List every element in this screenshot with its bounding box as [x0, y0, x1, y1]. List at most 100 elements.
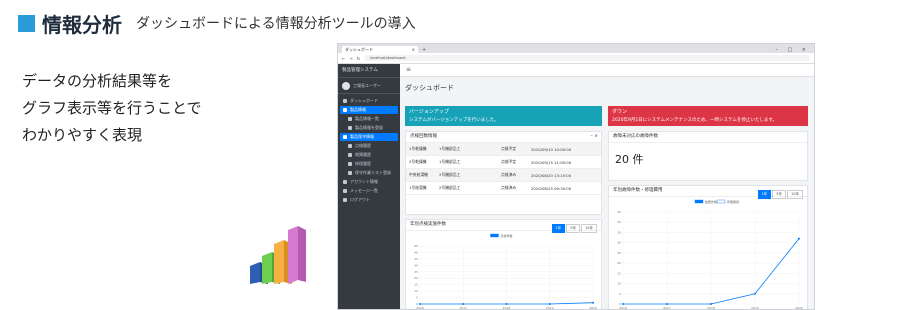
table-row[interactable]: 2号乾燥機 1号機部品工 点検予定 2020/09/15 11:00:00 — [406, 156, 601, 169]
table-cell: 2020/09/15 11:00:00 — [531, 159, 572, 165]
table-row[interactable]: 1号給湯機 2号機部品工 点検済み 2020/08/25 09:30:00 — [406, 182, 601, 195]
table-row[interactable]: 1号乾燥機 1号機部品工 点検予定 2020/09/10 10:00:00 — [406, 143, 601, 156]
y-tick-label: 35 — [617, 230, 621, 234]
legend-swatch — [694, 199, 704, 204]
tool-icon — [348, 162, 352, 166]
user-icon — [343, 180, 347, 184]
y-tick-label: 5 — [619, 292, 621, 296]
sidebar-item[interactable]: 保守作業リスト登録 — [340, 169, 398, 177]
sidebar-item[interactable]: 故障履歴 — [340, 151, 398, 159]
sidebar-item-label: 製品情報一覧 — [355, 116, 379, 121]
table-row[interactable]: 中央給湯機 2号機部品工 点検済み 2020/08/20 13:15:00 — [406, 169, 601, 182]
sidebar-item-label: ダッシュボード — [350, 98, 378, 103]
sidebar: 製品管理システム 工場長ユーザー ダッシュボード製品情報製品情報一覧製品情報を登… — [338, 64, 400, 309]
table-cell: 中央給湯機 — [409, 172, 428, 177]
table-cell: 2020/08/25 09:30:00 — [531, 185, 572, 191]
alert-icon — [348, 153, 352, 157]
table-cell: 2号機部品工 — [439, 185, 461, 190]
right-chart-card: 年別故障件数・修理費用 1年 5年 10年 故障件数 修理費用 0 5 10 15 20 25… — [608, 185, 808, 310]
description: データの分析結果等を グラフ表示等を行うことで わかりやすく表現 — [22, 68, 202, 149]
square-icon — [18, 14, 35, 32]
sidebar-item[interactable]: 製品情報を登録 — [340, 124, 398, 132]
y-tick-label: 15 — [617, 271, 621, 275]
sidebar-item[interactable]: 製品情報 — [340, 106, 398, 114]
y-tick-label: 35 — [414, 257, 418, 261]
dashboard-screenshot: ダッシュボード × + – □ × ← → ↻ localhost/dashboa… — [337, 43, 815, 310]
data-point — [462, 303, 465, 305]
back-icon[interactable]: ← — [342, 56, 345, 61]
collapse-icon[interactable]: – × — [591, 132, 601, 142]
user-name: 工場長ユーザー — [353, 82, 381, 88]
sidebar-item[interactable]: メッセージ一覧 — [340, 187, 398, 195]
right-line-chart: 故障件数 修理費用0510152025303540452016 2017 2018 20… — [617, 199, 803, 310]
legend-swatch — [716, 199, 726, 204]
window-controls[interactable]: – □ × — [775, 47, 814, 53]
forward-icon[interactable]: → — [349, 56, 352, 61]
left-chart-card: 年別点検実施件数 1年 5年 10年 点検件数 0 5 10 15 20 25 30 35 40 4… — [405, 219, 602, 310]
description-line: わかりやすく表現 — [22, 126, 143, 144]
y-tick-label: 10 — [414, 289, 418, 293]
sidebar-item-label: 故障履歴 — [355, 152, 371, 157]
legend-swatch — [490, 233, 499, 238]
page-title: ダッシュボード — [405, 84, 454, 92]
x-tick-label: 2020 — [795, 306, 803, 310]
reload-icon[interactable]: ↻ — [357, 56, 360, 61]
table-cell: 点検済み — [501, 172, 517, 177]
browser-tab-title: ダッシュボード — [345, 46, 373, 52]
y-tick-label: 20 — [617, 261, 621, 265]
y-tick-label: 15 — [414, 283, 418, 287]
box-icon — [343, 108, 347, 112]
sidebar-item[interactable]: アカウント情報 — [340, 178, 398, 186]
sidebar-item-label: メッセージ一覧 — [350, 188, 378, 193]
table-cell: 1号機部品工 — [439, 159, 461, 164]
sidebar-item-label: ログアウト — [350, 197, 370, 202]
brand[interactable]: 製品管理システム — [338, 64, 400, 78]
x-tick-label: 2018 — [503, 306, 511, 310]
x-tick-label: 2016 — [416, 306, 424, 310]
y-tick-label: 45 — [617, 210, 621, 214]
inspection-table-card: 点検回数情報 – × 1号乾燥機 1号機部品工 点検予定 2020/09/10 10:0… — [405, 131, 602, 215]
description-line: データの分析結果等を — [22, 72, 173, 90]
list-icon — [348, 117, 352, 121]
sidebar-item-label: 保守作業リスト登録 — [355, 170, 391, 175]
stat-value: 20 件 — [615, 153, 644, 166]
table-cell: 2020/08/20 13:15:00 — [531, 172, 572, 178]
table-cell: 1号機部品工 — [439, 146, 461, 151]
sidebar-item[interactable]: ログアウト — [340, 196, 398, 204]
sidebar-item[interactable]: 点検履歴 — [340, 142, 398, 150]
table-cell: 点検済み — [501, 185, 517, 190]
sidebar-item[interactable]: 製品情報一覧 — [340, 115, 398, 123]
close-icon[interactable]: × — [412, 47, 415, 52]
data-point — [505, 303, 508, 305]
user-panel[interactable]: 工場長ユーザー — [338, 78, 400, 94]
sidebar-item[interactable]: ダッシュボード — [340, 97, 398, 105]
sidebar-item[interactable]: 製品保守情報 — [340, 133, 398, 141]
y-tick-label: 20 — [414, 276, 418, 280]
section-title: 情報分析 — [42, 12, 122, 37]
left-line-chart: 点検件数0510152025303540452016 2017 2018 2019 20… — [414, 233, 597, 310]
dashboard-icon — [343, 99, 347, 103]
danger-alert-title: ダウン — [612, 109, 628, 115]
x-tick-label: 2017 — [459, 306, 467, 310]
sidebar-item-label: アカウント情報 — [350, 179, 378, 184]
bar-chart-icon — [250, 226, 306, 284]
legend-label: 故障件数 — [705, 199, 717, 204]
section-subtitle: ダッシュボードによる情報分析ツールの導入 — [136, 16, 416, 32]
y-tick-label: 5 — [416, 296, 418, 300]
card-title: 年別故障件数・修理費用 — [613, 188, 663, 193]
logout-icon — [343, 198, 347, 202]
data-point — [592, 301, 594, 304]
sidebar-item[interactable]: 修理履歴 — [340, 160, 398, 168]
y-tick-label: 30 — [617, 241, 621, 245]
y-tick-label: 25 — [617, 251, 621, 255]
browser-toolbar: ← → ↻ localhost/dashboard — [338, 53, 814, 64]
card-title: 年別点検実施件数 — [410, 222, 446, 227]
url-bar[interactable]: localhost/dashboard — [364, 55, 810, 61]
browser-tab[interactable]: ダッシュボード × — [342, 46, 418, 53]
sidebar-item-label: 修理履歴 — [355, 161, 371, 166]
new-tab-icon[interactable]: + — [422, 47, 426, 53]
table-cell: 2020/09/10 10:00:00 — [531, 146, 572, 152]
legend-label: 点検件数 — [501, 233, 513, 238]
x-tick-label: 2017 — [663, 306, 671, 310]
menu-icon[interactable]: ≡ — [406, 66, 411, 73]
